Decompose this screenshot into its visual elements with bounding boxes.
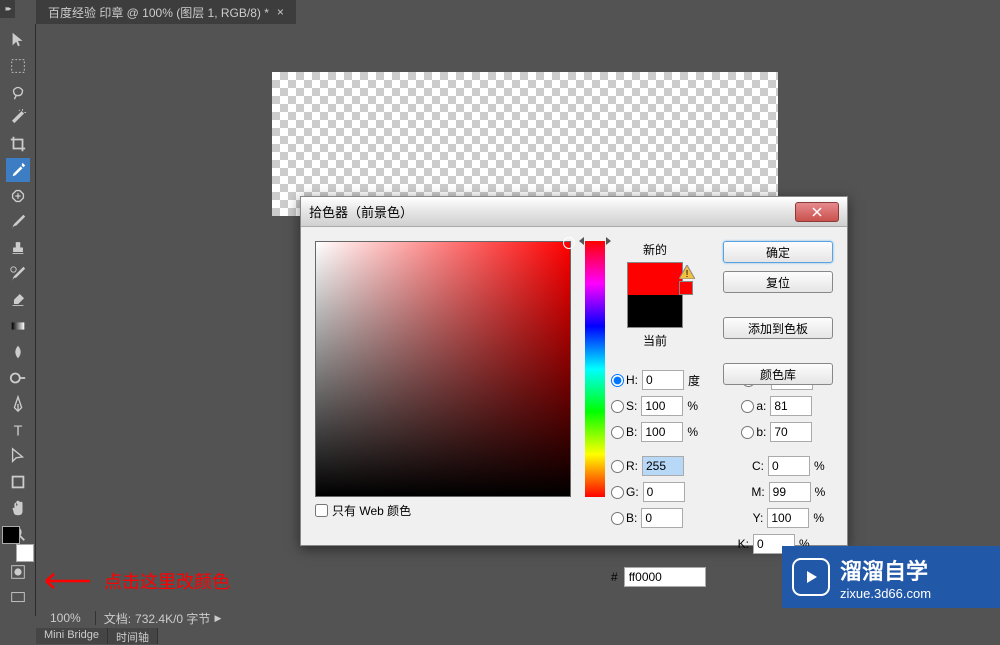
new-color-swatch[interactable] [628,263,682,295]
type-tool-icon[interactable]: T [6,418,30,442]
b-radio[interactable] [611,426,624,439]
lab-b-input[interactable] [770,422,812,442]
close-button[interactable] [795,202,839,222]
color-picker-dialog: 拾色器（前景色） 只有 Web 颜色 新的 当前 ! [300,196,848,546]
h-input[interactable] [642,370,684,390]
pen-tool-icon[interactable] [6,392,30,416]
reset-button[interactable]: 复位 [723,271,833,293]
hsb-b-input[interactable] [641,422,683,442]
healing-tool-icon[interactable] [6,184,30,208]
foreground-color-swatch[interactable] [2,526,20,544]
lab-b-radio[interactable] [741,426,754,439]
watermark-url: zixue.3d66.com [840,586,931,601]
web-colors-label: 只有 Web 颜色 [332,502,411,519]
document-tabs: 百度经验 印章 @ 100% (图层 1, RGB/8) * × [36,0,1000,24]
lasso-tool-icon[interactable] [6,80,30,104]
tab-timeline[interactable]: 时间轴 [108,628,158,644]
shape-tool-icon[interactable] [6,470,30,494]
watermark-title: 溜溜自学 [840,554,931,586]
svg-text:!: ! [686,269,689,279]
bottom-panel-tabs: Mini Bridge 时间轴 [36,628,158,644]
wand-tool-icon[interactable] [6,106,30,130]
a-input[interactable] [770,396,812,416]
s-input[interactable] [641,396,683,416]
toolbox: T [0,24,36,616]
dialog-titlebar[interactable]: 拾色器（前景色） [301,197,847,227]
dodge-tool-icon[interactable] [6,366,30,390]
path-select-tool-icon[interactable] [6,444,30,468]
add-swatch-button[interactable]: 添加到色板 [723,317,833,339]
eraser-tool-icon[interactable] [6,288,30,312]
play-icon [792,558,830,596]
history-brush-icon[interactable] [6,262,30,286]
doc-info-value: 732.4K/0 字节 [135,610,210,627]
dialog-buttons: 确定 复位 添加到色板 颜色库 [723,241,833,385]
current-color-label: 当前 [615,332,695,349]
hex-input[interactable] [624,567,706,587]
g-radio[interactable] [611,486,624,499]
g-input[interactable] [643,482,685,502]
saturation-value-box[interactable] [315,241,571,497]
sv-cursor [563,237,575,249]
current-color-swatch[interactable] [628,295,682,327]
dialog-title: 拾色器（前景色） [309,202,413,221]
r-radio[interactable] [611,460,624,473]
dialog-body: 只有 Web 颜色 新的 当前 ! H: 度 L: [301,227,847,545]
blur-tool-icon[interactable] [6,340,30,364]
new-color-label: 新的 [615,241,695,258]
color-library-button[interactable]: 颜色库 [723,363,833,385]
websafe-swatch[interactable] [679,281,693,295]
ok-button[interactable]: 确定 [723,241,833,263]
rgb-b-radio[interactable] [611,512,624,525]
r-input[interactable] [642,456,684,476]
annotation: 点击这里改颜色 [40,568,230,594]
m-input[interactable] [769,482,811,502]
chevron-right-icon[interactable]: ▶ [214,613,221,624]
screenmode-icon[interactable] [6,586,30,610]
rgb-b-input[interactable] [641,508,683,528]
tab-title: 百度经验 印章 @ 100% (图层 1, RGB/8) * [48,4,269,21]
stamp-tool-icon[interactable] [6,236,30,260]
crop-tool-icon[interactable] [6,132,30,156]
warning-icon[interactable]: ! [679,265,695,279]
color-swatches[interactable] [2,526,34,562]
quickmask-icon[interactable] [6,560,30,584]
brush-tool-icon[interactable] [6,210,30,234]
watermark: 溜溜自学 zixue.3d66.com [782,546,1000,608]
expand-panels[interactable] [0,0,15,18]
a-radio[interactable] [741,400,754,413]
annotation-text: 点击这里改颜色 [104,568,230,594]
document-tab[interactable]: 百度经验 印章 @ 100% (图层 1, RGB/8) * × [36,0,296,25]
y-input[interactable] [767,508,809,528]
hue-slider[interactable] [585,241,605,497]
c-input[interactable] [768,456,810,476]
gradient-tool-icon[interactable] [6,314,30,338]
move-tool-icon[interactable] [6,28,30,52]
marquee-tool-icon[interactable] [6,54,30,78]
h-radio[interactable] [611,374,624,387]
s-radio[interactable] [611,400,624,413]
status-bar: 100% 文档: 732.4K/0 字节 ▶ [36,606,1000,630]
tab-minibridge[interactable]: Mini Bridge [36,628,108,644]
doc-info-label: 文档: [104,610,131,627]
eyedropper-tool-icon[interactable] [6,158,30,182]
color-preview [627,262,683,328]
web-colors-checkbox[interactable] [315,504,328,517]
svg-text:T: T [13,423,22,439]
canvas[interactable] [272,72,778,216]
zoom-level[interactable]: 100% [36,611,96,625]
close-icon[interactable]: × [277,5,284,19]
hand-tool-icon[interactable] [6,496,30,520]
